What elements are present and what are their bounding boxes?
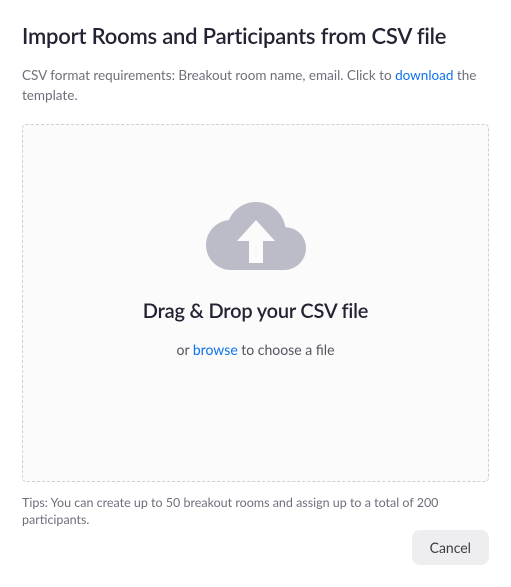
cloud-upload-icon <box>206 197 306 273</box>
dialog-footer: Cancel <box>412 530 489 565</box>
dropzone-sub-suffix: to choose a file <box>238 341 335 358</box>
cancel-button[interactable]: Cancel <box>412 530 489 565</box>
dialog-title: Import Rooms and Participants from CSV f… <box>22 22 489 49</box>
tips-text: Tips: You can create up to 50 breakout r… <box>22 494 489 529</box>
csv-format-description: CSV format requirements: Breakout room n… <box>22 65 489 106</box>
subtitle-prefix: CSV format requirements: Breakout room n… <box>22 67 395 83</box>
dropzone-title: Drag & Drop your CSV file <box>143 299 368 323</box>
browse-link[interactable]: browse <box>193 341 238 358</box>
dropzone-subtitle: or browse to choose a file <box>177 341 335 358</box>
download-template-link[interactable]: download <box>395 67 453 83</box>
file-dropzone[interactable]: Drag & Drop your CSV file or browse to c… <box>22 124 489 482</box>
dropzone-sub-prefix: or <box>177 341 193 358</box>
